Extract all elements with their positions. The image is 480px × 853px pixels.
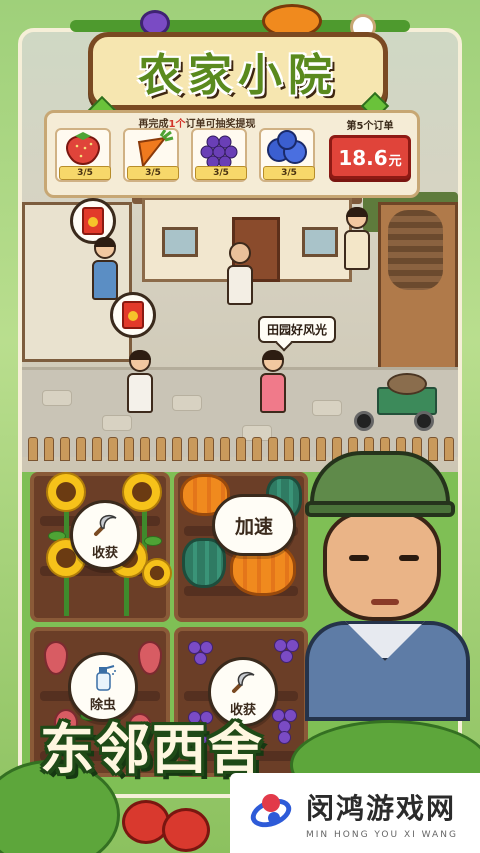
house-window-left — [162, 227, 198, 257]
tricycle[interactable] — [352, 373, 442, 437]
tricycle-wheel — [354, 411, 374, 431]
order-item-carrot[interactable]: 3/5 — [123, 128, 179, 196]
strawberry-icon — [66, 132, 100, 165]
slogan: 东邻西舍 — [40, 718, 264, 781]
grain-sack — [387, 373, 427, 395]
speed-up-label: 加速 — [234, 515, 273, 538]
basket-stack — [388, 210, 443, 290]
title-sign: 农家小院 — [88, 32, 388, 110]
watermark-name: 闵鸿游戏网 — [306, 791, 457, 825]
radish — [138, 641, 162, 675]
villager-elder[interactable] — [227, 242, 253, 305]
sickle-icon — [94, 514, 117, 536]
red-packet-bubble[interactable] — [110, 292, 156, 338]
order-item-strawberry[interactable]: 3/5 — [55, 128, 111, 196]
farmer-face — [323, 511, 441, 621]
blueberry-icon — [267, 130, 307, 164]
road-stone — [172, 395, 202, 411]
grapes-icon — [200, 135, 238, 169]
order-progress: 3/5 — [195, 166, 247, 180]
carrot-icon — [137, 129, 174, 169]
villager-girl[interactable] — [127, 350, 153, 413]
speed-up-bubble[interactable]: 加速 — [212, 494, 296, 556]
game-title: 农家小院 — [138, 50, 338, 101]
radish — [44, 641, 68, 675]
order-panel: 再完成1个订单可抽奖提现 3/5 3/5 3/5 3/5 第5个订单 18.6 … — [44, 110, 420, 198]
price-value: 18.6 — [338, 146, 388, 170]
tomato — [162, 808, 210, 852]
price-unit: 元 — [388, 154, 402, 169]
order-progress: 3/5 — [263, 166, 315, 180]
order-item-grapes[interactable]: 3/5 — [191, 128, 247, 196]
villager-cook[interactable] — [92, 237, 118, 300]
villager-speech-bubble: 田园好风光 — [258, 316, 337, 343]
harvest-label: 收获 — [91, 545, 118, 561]
villager-child[interactable] — [260, 350, 286, 413]
farmer-cap-brim — [305, 501, 455, 517]
house-window-right — [302, 227, 338, 257]
sickle-icon — [232, 671, 255, 693]
harvest-bubble-sunflower[interactable]: 收获 — [70, 500, 140, 570]
order-progress: 3/5 — [127, 166, 179, 180]
sunflower — [142, 558, 172, 588]
tricycle-wheel — [414, 411, 434, 431]
game-scene: 田园好风光 收获 加速 除虫 收获 农家小院 再完成1个订单可抽奖提现 3/5 … — [0, 0, 480, 853]
watermark-logo-icon — [246, 790, 296, 836]
sunflower — [46, 472, 86, 512]
order-count: 第5个订单 — [346, 121, 394, 132]
road-stone — [312, 400, 342, 416]
claim-cash-button[interactable]: 18.6 元 — [329, 135, 411, 179]
red-packet-icon — [82, 207, 104, 235]
order-item-blueberry[interactable]: 3/5 — [259, 128, 315, 196]
spray-bottle-icon — [96, 664, 116, 691]
farmer-portrait — [305, 445, 470, 721]
red-packet-icon — [122, 301, 144, 329]
road-stone — [42, 390, 72, 406]
sunflower — [122, 472, 162, 512]
road-stone — [102, 415, 132, 431]
watermark-name-en: MIN HONG YOU XI WANG — [306, 829, 458, 840]
villager-woman[interactable] — [344, 207, 370, 270]
watermark: 闵鸿游戏网 MIN HONG YOU XI WANG — [230, 773, 480, 853]
order-progress: 3/5 — [59, 166, 111, 180]
